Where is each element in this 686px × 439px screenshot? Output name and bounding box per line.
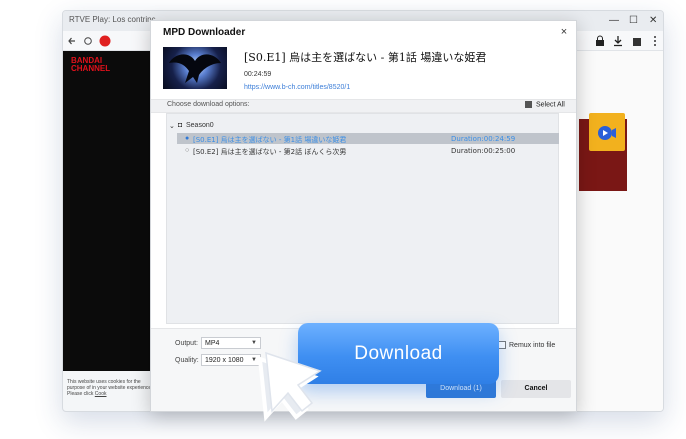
puzzle-icon[interactable]: [631, 35, 643, 47]
remux-label[interactable]: Remux into file: [509, 342, 555, 349]
browser-tab-title[interactable]: RTVE Play: Los contrinc: [69, 15, 156, 24]
episode-2-duration: Duration:00:25:00: [451, 147, 516, 155]
select-all-checkbox[interactable]: Select All: [525, 101, 565, 108]
remux-checkbox-box[interactable]: [498, 341, 506, 349]
big-download-button[interactable]: Download: [298, 323, 499, 384]
select-all-checkbox-icon[interactable]: [525, 101, 532, 108]
cookie-notice-text: This website uses cookies for the purpos…: [67, 379, 153, 397]
site-badge-icon: [99, 35, 111, 47]
output-label: Output:: [175, 340, 198, 347]
options-label: Choose download options:: [167, 101, 250, 108]
episode-2-label[interactable]: [S0.E2] 烏は主を選ばない - 第2話 ぼんくら次男: [193, 147, 346, 157]
video-duration: 00:24:59: [244, 71, 272, 78]
cookie-notice: This website uses cookies for the purpos…: [67, 379, 157, 397]
dialog-close-icon[interactable]: ×: [555, 23, 573, 41]
promo-banner: [589, 113, 625, 151]
cookie-link[interactable]: Cook: [95, 391, 107, 397]
cancel-button[interactable]: Cancel: [501, 380, 571, 398]
video-thumbnail: [163, 47, 227, 89]
back-arrow-icon[interactable]: [67, 36, 77, 46]
page-content-dark: [63, 51, 155, 371]
video-url-link[interactable]: https://www.b-ch.com/titles/8520/1: [244, 84, 350, 91]
quality-label: Quality:: [175, 357, 199, 364]
episode-2-radio-icon[interactable]: ○: [185, 147, 189, 154]
lock-icon[interactable]: [594, 35, 606, 47]
brand-line-2: CHANNEL: [71, 64, 111, 73]
dialog-title: MPD Downloader: [163, 27, 246, 38]
output-format-value: MP4: [205, 340, 220, 347]
maximize-icon[interactable]: ☐: [629, 15, 638, 26]
episode-1-label[interactable]: [S0.E1] 烏は主を選ばない - 第1話 場違いな姫君: [193, 135, 346, 145]
season-checkbox[interactable]: ◘: [178, 122, 182, 129]
mouse-pointer-icon: [257, 351, 322, 422]
remux-checkbox[interactable]: Remux into file: [498, 341, 555, 349]
episode-1-radio-icon[interactable]: ●: [185, 135, 189, 142]
right-page-area: [577, 51, 663, 411]
season-label[interactable]: Season0: [186, 122, 214, 129]
minimize-icon[interactable]: —: [609, 15, 619, 26]
menu-icon[interactable]: [649, 35, 661, 47]
video-title: [S0.E1] 烏は主を選ばない - 第1話 場違いな姫君: [244, 51, 487, 64]
select-all-label[interactable]: Select All: [536, 101, 565, 108]
window-close-icon[interactable]: ✕: [649, 15, 657, 26]
season-expand-chevron-icon[interactable]: ⌄: [169, 122, 175, 130]
download-icon[interactable]: [612, 35, 624, 47]
bandai-channel-logo: BANDAI CHANNEL: [71, 57, 110, 73]
reload-icon[interactable]: [83, 36, 93, 46]
video-camera-icon: [598, 126, 616, 140]
episode-1-duration: Duration:00:24:59: [451, 135, 516, 143]
crow-silhouette-icon: [169, 54, 221, 83]
